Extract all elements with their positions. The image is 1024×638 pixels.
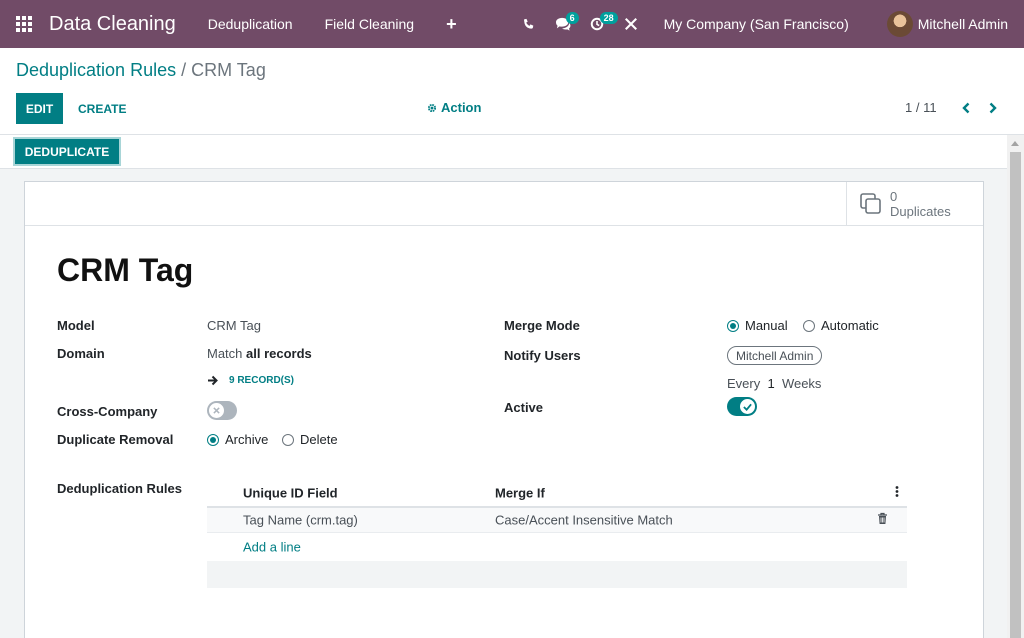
messages-icon[interactable]: 6 [548, 0, 579, 48]
archive-label: Archive [225, 432, 269, 447]
messages-badge: 6 [565, 12, 579, 24]
rules-table: Unique ID Field Merge If Tag Name (crm.t… [207, 479, 907, 588]
duplicates-stat-button[interactable]: 0 Duplicates [846, 182, 983, 226]
phone-icon[interactable] [514, 0, 544, 48]
scroll-thumb[interactable] [1010, 152, 1021, 638]
notify-interval[interactable]: 1 [767, 376, 774, 391]
add-line-row: Add a line [207, 533, 907, 561]
control-panel-divider [0, 134, 1024, 135]
pager-next-icon[interactable] [983, 98, 1003, 118]
notify-unit[interactable]: Weeks [782, 376, 822, 391]
form-sheet: 0 Duplicates CRM Tag Model CRM Tag Domai… [24, 181, 984, 638]
debug-tools-icon[interactable] [616, 0, 646, 48]
cross-company-label: Cross-Company [57, 404, 158, 419]
edit-button[interactable]: EDIT [16, 93, 63, 124]
table-row[interactable]: Tag Name (crm.tag) Case/Accent Insensiti… [207, 508, 907, 533]
company-switcher[interactable]: My Company (San Francisco) [664, 16, 849, 32]
delete-radio[interactable] [282, 434, 294, 446]
active-label: Active [504, 400, 544, 415]
records-link[interactable]: 9 RECORD(S) [207, 375, 294, 386]
trash-icon[interactable] [877, 512, 888, 528]
pager-previous-icon[interactable] [956, 98, 976, 118]
add-line-link[interactable]: Add a line [243, 540, 301, 555]
deduplication-rules-label: Deduplication Rules [57, 481, 182, 496]
gear-icon [427, 103, 437, 112]
action-label: Action [441, 100, 482, 115]
action-dropdown[interactable]: Action [427, 100, 481, 115]
duplicates-count: 0 [890, 189, 898, 204]
record-title: CRM Tag [57, 252, 194, 288]
duplicates-label: Duplicates [890, 204, 951, 219]
cross-company-toggle[interactable] [207, 401, 237, 420]
breadcrumb-separator: / [181, 60, 187, 80]
manual-label: Manual [745, 318, 788, 333]
column-unique-id-field[interactable]: Unique ID Field [243, 485, 338, 500]
create-button[interactable]: CREATE [70, 93, 134, 124]
rules-table-header: Unique ID Field Merge If [207, 479, 907, 508]
notify-users-label: Notify Users [504, 348, 581, 363]
pager-value[interactable]: 1 / 11 [905, 100, 937, 115]
merge-option-manual[interactable]: Manual [727, 318, 788, 333]
user-menu[interactable]: Mitchell Admin [918, 16, 1008, 32]
button-box: 0 Duplicates [25, 182, 983, 226]
row-merge-if[interactable]: Case/Accent Insensitive Match [495, 513, 673, 528]
scroll-up-icon[interactable] [1011, 141, 1019, 146]
apps-menu-icon[interactable] [0, 0, 48, 48]
archive-radio[interactable] [207, 434, 219, 446]
copy-icon [860, 193, 881, 214]
breadcrumb: Deduplication Rules / CRM Tag [16, 60, 266, 81]
check-icon [743, 403, 752, 411]
removal-option-delete[interactable]: Delete [282, 432, 338, 447]
domain-prefix: Match [207, 346, 243, 361]
automatic-radio[interactable] [803, 320, 815, 332]
removal-option-archive[interactable]: Archive [207, 432, 268, 447]
row-unique-id-field[interactable]: Tag Name (crm.tag) [243, 513, 358, 528]
manual-radio[interactable] [727, 320, 739, 332]
model-label: Model [57, 318, 95, 333]
merge-option-automatic[interactable]: Automatic [803, 318, 879, 333]
app-title[interactable]: Data Cleaning [49, 13, 176, 36]
table-empty-row [207, 561, 907, 588]
activities-icon[interactable]: 28 [582, 0, 618, 48]
vertical-scrollbar[interactable] [1007, 135, 1024, 638]
menu-field-cleaning[interactable]: Field Cleaning [325, 16, 415, 32]
user-avatar[interactable] [886, 11, 913, 37]
merge-mode-label: Merge Mode [504, 318, 580, 333]
x-icon [213, 407, 220, 414]
automatic-label: Automatic [821, 318, 879, 333]
domain-label: Domain [57, 346, 105, 361]
menu-deduplication[interactable]: Deduplication [208, 16, 293, 32]
add-menu-icon[interactable]: + [446, 14, 457, 35]
domain-value[interactable]: Match all records [207, 346, 312, 361]
delete-label: Delete [300, 432, 338, 447]
breadcrumb-parent[interactable]: Deduplication Rules [16, 60, 176, 80]
active-toggle[interactable] [727, 397, 757, 416]
column-options-icon[interactable] [895, 485, 899, 500]
deduplicate-button[interactable]: DEDUPLICATE [15, 139, 119, 164]
duplicate-removal-label: Duplicate Removal [57, 432, 174, 447]
breadcrumb-current: CRM Tag [191, 60, 266, 80]
top-navbar: Data Cleaning Deduplication Field Cleani… [0, 0, 1024, 48]
records-link-label: 9 RECORD(S) [229, 375, 295, 386]
arrow-right-icon [208, 375, 218, 386]
notify-every: Every [727, 376, 761, 391]
notify-frequency[interactable]: Every 1 Weeks [727, 376, 821, 391]
column-merge-if[interactable]: Merge If [495, 485, 545, 500]
model-value[interactable]: CRM Tag [207, 318, 261, 333]
domain-match: all records [246, 346, 312, 361]
notify-user-tag[interactable]: Mitchell Admin [727, 346, 823, 365]
